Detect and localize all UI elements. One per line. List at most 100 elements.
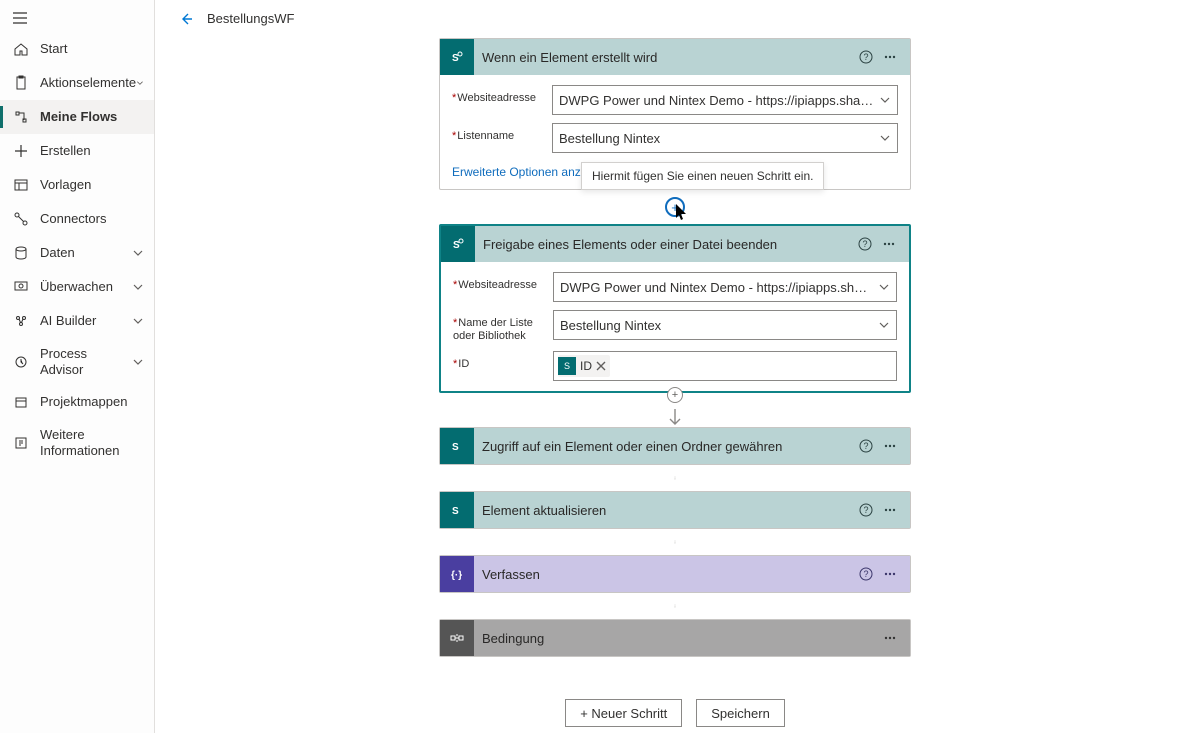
site-dropdown[interactable]: DWPG Power und Nintex Demo - https://ipi… — [553, 272, 897, 302]
card-header[interactable]: Bedingung — [440, 620, 910, 656]
ellipsis-icon — [881, 236, 897, 252]
solutions-icon — [12, 393, 30, 411]
connector-slot: + — [667, 393, 683, 427]
help-button[interactable]: ? — [854, 498, 878, 522]
close-icon — [596, 361, 606, 371]
sidebar-item-label: Connectors — [40, 211, 144, 227]
update-element-card[interactable]: S Element aktualisieren ? — [439, 491, 911, 529]
field-row-id: *ID S ID — [453, 351, 897, 381]
arrow-down-icon — [674, 593, 676, 619]
connector-slot — [674, 593, 676, 619]
flow-canvas: S Wenn ein Element erstellt wird ? *Webs… — [155, 38, 1195, 733]
card-body: *Websiteadresse DWPG Power und Nintex De… — [441, 262, 909, 391]
help-button[interactable]: ? — [854, 434, 878, 458]
svg-text:{·}: {·} — [451, 570, 462, 581]
chevron-down-icon — [136, 77, 144, 89]
chevron-down-icon — [132, 356, 144, 368]
card-header[interactable]: S Zugriff auf ein Element oder einen Ord… — [440, 428, 910, 464]
help-icon: ? — [858, 49, 874, 65]
card-header[interactable]: {·} Verfassen ? — [440, 556, 910, 592]
chevron-down-icon — [132, 281, 144, 293]
grant-access-card[interactable]: S Zugriff auf ein Element oder einen Ord… — [439, 427, 911, 465]
svg-text:S: S — [452, 442, 459, 453]
sidebar-item-daten[interactable]: Daten — [0, 236, 154, 270]
ellipsis-icon — [882, 502, 898, 518]
sidebar-item-ai-builder[interactable]: AI Builder — [0, 304, 154, 338]
sidebar-item-label: Projektmappen — [40, 394, 144, 410]
site-dropdown[interactable]: DWPG Power und Nintex Demo - https://ipi… — [552, 85, 898, 115]
sidebar-item-aktionselemente[interactable]: Aktionselemente — [0, 66, 154, 100]
card-menu-button[interactable] — [877, 232, 901, 256]
sidebar-item-projektmappen[interactable]: Projektmappen — [0, 385, 154, 419]
sidebar-item-label: Daten — [40, 245, 132, 261]
field-row-listlib: *Name der Liste oder Bibliothek Bestellu… — [453, 310, 897, 343]
sharepoint-icon: S — [440, 39, 474, 75]
condition-card[interactable]: Bedingung — [439, 619, 911, 657]
chevron-down-icon — [132, 247, 144, 259]
sidebar-item-meine-flows[interactable]: Meine Flows — [0, 100, 154, 134]
card-menu-button[interactable] — [878, 45, 902, 69]
card-menu-button[interactable] — [878, 626, 902, 650]
add-step-button[interactable]: + — [667, 387, 683, 403]
sidebar-item-vorlagen[interactable]: Vorlagen — [0, 168, 154, 202]
sidebar-item-process-advisor[interactable]: Process Advisor — [0, 338, 154, 385]
sidebar-item-label: Meine Flows — [40, 109, 144, 125]
card-header[interactable]: S Element aktualisieren ? — [440, 492, 910, 528]
stop-sharing-card[interactable]: S Freigabe eines Elements oder einer Dat… — [439, 224, 911, 393]
ai-icon — [12, 312, 30, 330]
card-title: Freigabe eines Elements oder einer Datei… — [475, 237, 853, 252]
help-icon: ? — [858, 502, 874, 518]
card-header[interactable]: S Wenn ein Element erstellt wird ? — [440, 39, 910, 75]
card-title: Zugriff auf ein Element oder einen Ordne… — [474, 439, 854, 454]
field-row-site: *Websiteadresse DWPG Power und Nintex De… — [452, 85, 898, 115]
sidebar-item-label: Weitere Informationen — [40, 427, 144, 458]
sidebar: Start Aktionselemente Meine Flows Erstel… — [0, 0, 155, 733]
add-step-button[interactable]: + — [665, 197, 685, 217]
field-label: *ID — [453, 351, 553, 371]
flow-title: BestellungsWF — [207, 11, 294, 26]
card-menu-button[interactable] — [878, 434, 902, 458]
id-token-field[interactable]: S ID — [553, 351, 897, 381]
arrow-down-icon — [668, 409, 682, 427]
learn-icon — [12, 434, 30, 452]
card-header[interactable]: S Freigabe eines Elements oder einer Dat… — [441, 226, 909, 262]
new-step-button[interactable]: + Neuer Schritt — [565, 699, 682, 727]
list-dropdown[interactable]: Bestellung Nintex — [552, 123, 898, 153]
clipboard-icon — [12, 74, 30, 92]
compose-card[interactable]: {·} Verfassen ? — [439, 555, 911, 593]
ellipsis-icon — [882, 630, 898, 646]
sidebar-item-weitere-info[interactable]: Weitere Informationen — [0, 419, 154, 466]
token-remove-button[interactable] — [596, 361, 606, 371]
flows-icon — [12, 108, 30, 126]
flow-column: S Wenn ein Element erstellt wird ? *Webs… — [439, 38, 911, 727]
help-button[interactable]: ? — [853, 232, 877, 256]
sidebar-item-connectors[interactable]: Connectors — [0, 202, 154, 236]
top-bar: BestellungsWF — [155, 0, 1195, 38]
dynamic-token-id[interactable]: S ID — [558, 355, 610, 377]
help-button[interactable]: ? — [854, 45, 878, 69]
field-label: *Listenname — [452, 123, 552, 143]
sidebar-item-label: AI Builder — [40, 313, 132, 329]
help-button[interactable]: ? — [854, 562, 878, 586]
hamburger-icon — [12, 10, 28, 26]
monitor-icon — [12, 278, 30, 296]
field-row-site: *Websiteadresse DWPG Power und Nintex De… — [453, 272, 897, 302]
data-icon — [12, 244, 30, 262]
svg-text:?: ? — [864, 52, 869, 62]
card-menu-button[interactable] — [878, 498, 902, 522]
sidebar-item-ueberwachen[interactable]: Überwachen — [0, 270, 154, 304]
listlib-dropdown[interactable]: Bestellung Nintex — [553, 310, 897, 340]
add-step-tooltip: Hiermit fügen Sie einen neuen Schritt ei… — [581, 162, 824, 190]
card-title: Bedingung — [474, 631, 878, 646]
save-button[interactable]: Speichern — [696, 699, 785, 727]
plus-icon — [12, 142, 30, 160]
hamburger-button[interactable] — [0, 0, 154, 32]
sidebar-item-label: Aktionselemente — [40, 75, 136, 91]
card-menu-button[interactable] — [878, 562, 902, 586]
back-button[interactable] — [173, 5, 201, 33]
sidebar-item-start[interactable]: Start — [0, 32, 154, 66]
sidebar-item-label: Start — [40, 41, 144, 57]
svg-text:S: S — [452, 506, 459, 517]
arrow-down-icon — [674, 529, 676, 555]
sidebar-item-erstellen[interactable]: Erstellen — [0, 134, 154, 168]
